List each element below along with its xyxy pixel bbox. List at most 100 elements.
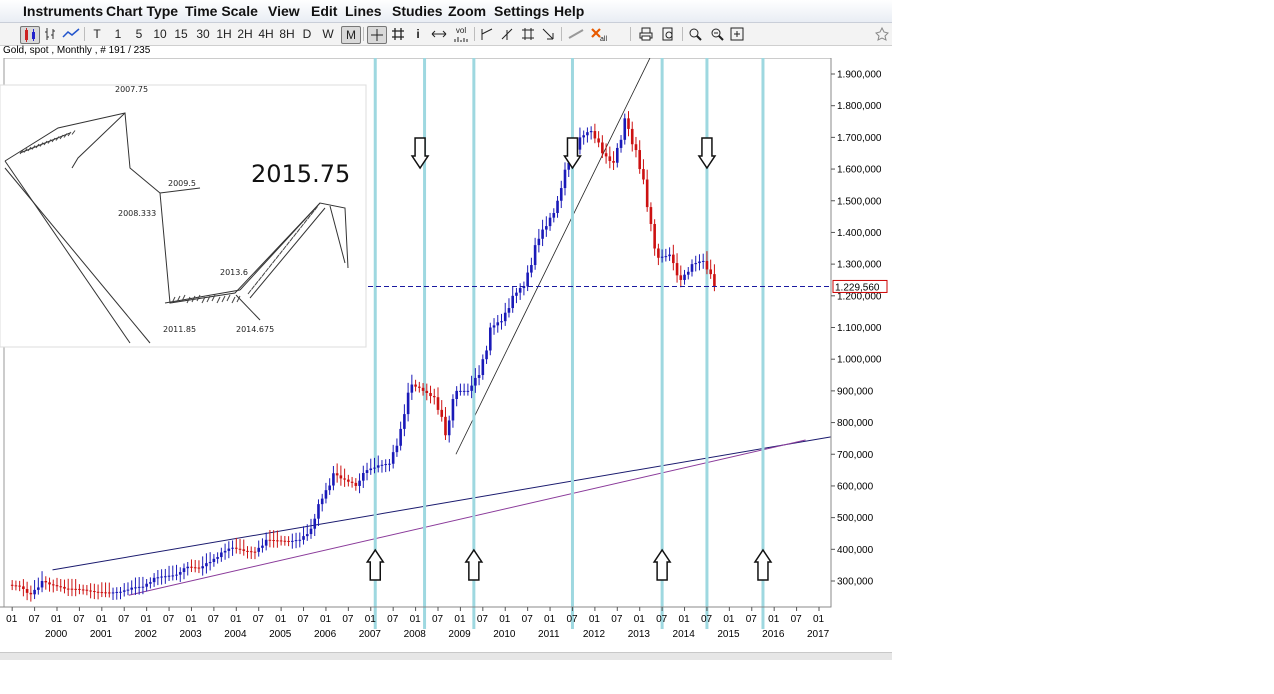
menu-lines[interactable]: Lines [345,3,382,19]
month-tick-label: 07 [253,614,265,625]
candle-body [361,472,365,481]
candle-body [455,390,458,400]
month-tick-label: 01 [6,614,18,625]
draw-channel-icon[interactable] [520,26,536,42]
candle-body [156,577,160,579]
candle-body [582,135,585,138]
candlestick-chart-icon[interactable] [20,26,40,44]
year-tick-label: 2015 [717,629,740,640]
info-icon[interactable]: i [412,26,424,42]
print-icon[interactable] [638,26,654,42]
month-tick-label: 01 [813,614,825,625]
inset-label-2013: 2013.6 [220,268,248,277]
crosshair-icon[interactable] [367,26,387,44]
timeframe-t[interactable]: T [90,26,104,42]
zoom-area-icon[interactable] [687,26,703,42]
candle-body [406,392,410,415]
candle-body [178,572,182,575]
candle-body [59,586,63,588]
timeframe-8h[interactable]: 8H [278,26,296,42]
year-tick-label: 2010 [493,629,516,640]
zoom-out-icon[interactable] [709,26,725,42]
timeframe-5[interactable]: 5 [132,26,146,42]
candle-body [556,200,559,214]
inset-label-2008: 2008.333 [118,209,156,218]
month-tick-label: 07 [566,614,578,625]
candle-body [709,269,712,275]
price-tick-label: 500,000 [837,513,874,524]
menu-help[interactable]: Help [554,3,584,19]
year-tick-label: 2009 [448,629,471,640]
menu-view[interactable]: View [268,3,300,19]
candle-body [261,545,264,548]
inset-label-2011: 2011.85 [163,325,196,334]
draw-ray-icon[interactable] [499,26,515,42]
timeframe-w[interactable]: W [320,26,336,42]
menu-settings[interactable]: Settings [494,3,549,19]
month-tick-label: 01 [96,614,108,625]
favorite-pin-icon[interactable] [874,26,890,42]
grid-icon[interactable] [390,26,406,42]
toolbar-separator [682,27,683,41]
timeframe-m[interactable]: M [341,26,361,44]
timeframe-4h[interactable]: 4H [257,26,275,42]
draw-line-icon[interactable] [479,26,495,42]
print-preview-icon[interactable] [660,26,676,42]
candle-body [530,265,533,273]
timeframe-10[interactable]: 10 [151,26,169,42]
menu-studies[interactable]: Studies [392,3,443,19]
year-tick-label: 2008 [404,629,427,640]
menu-instruments[interactable]: Instruments [23,3,103,19]
timeframe-1[interactable]: 1 [111,26,125,42]
volume-toggle[interactable]: vol [453,26,469,42]
month-tick-label: 07 [208,614,220,625]
candle-body [545,226,548,230]
timeframe-30[interactable]: 30 [194,26,212,42]
candle-body [149,582,152,584]
menu-time-scale[interactable]: Time Scale [185,3,258,19]
candle-body [418,386,421,388]
timeframe-d[interactable]: D [300,26,314,42]
price-chart[interactable]: 1.900,000 1.800,000 1.700,000 1.600,000 1.50… [0,58,892,652]
delete-lines-icon[interactable] [567,26,585,42]
candle-body [686,271,690,275]
timeframe-2h[interactable]: 2H [236,26,254,42]
all-label: all [600,36,607,42]
candle-body [227,548,231,551]
scroll-horizontal-icon[interactable] [430,26,448,42]
candle-body [272,540,275,542]
price-tick-label: 1.300,000 [837,260,882,271]
year-tick-label: 2006 [314,629,337,640]
line-chart-icon[interactable] [62,26,80,42]
menu-zoom[interactable]: Zoom [448,3,486,19]
candle-body [242,549,246,551]
menu-edit[interactable]: Edit [311,3,337,19]
candle-body [55,585,59,587]
candle-body [399,428,402,446]
candle-body [421,387,425,391]
month-tick-label: 07 [522,614,534,625]
price-tick-label: 1.100,000 [837,323,882,334]
month-tick-label: 07 [791,614,803,625]
candle-body [444,416,447,436]
candle-body [335,473,339,476]
candle-body [410,384,414,393]
bar-chart-icon[interactable] [42,26,58,42]
toolbar-separator [561,27,562,41]
inset-sketch-image: 2015.75 2007.75 2009.5 2008.333 2013.6 2… [0,84,367,348]
candle-body [608,156,612,161]
timeframe-15[interactable]: 15 [172,26,190,42]
zoom-fit-icon[interactable] [729,26,745,42]
draw-arrow-icon[interactable] [540,26,556,42]
timeframe-1h[interactable]: 1H [215,26,233,42]
delete-all-icon[interactable]: all [589,26,609,43]
candle-body [320,498,324,505]
price-tick-label: 600,000 [837,481,874,492]
candle-body [324,490,328,499]
menu-chart-type[interactable]: Chart Type [106,3,178,19]
price-tick-label: 1.600,000 [837,165,882,176]
month-tick-label: 07 [477,614,489,625]
year-tick-label: 2012 [583,629,606,640]
candle-body [257,547,261,552]
candle-body [164,576,167,578]
